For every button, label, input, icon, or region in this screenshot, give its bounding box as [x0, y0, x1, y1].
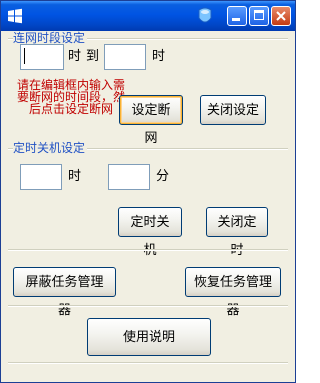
close-button[interactable]: [271, 6, 291, 26]
network-to-label: 到: [86, 49, 100, 64]
text-caret: [24, 48, 25, 64]
close-icon: [276, 11, 286, 21]
bottom-divider: [8, 362, 288, 364]
network-hint-text: 请在编辑框内输入需要断网的时间段，然后点击设定断网: [16, 78, 125, 116]
network-end-hour-input[interactable]: [104, 44, 146, 70]
tray-app-icon[interactable]: [196, 6, 214, 26]
minimize-button[interactable]: [227, 6, 247, 26]
windows-logo-icon[interactable]: [7, 8, 23, 24]
shutdown-hour-unit: 时: [68, 169, 82, 184]
client-area: 连网时段设定 时 到 时 请在编辑框内输入需要断网的时间段，然后点击设定断网 设…: [4, 31, 292, 379]
shutdown-group-divider: [8, 249, 288, 251]
set-shutdown-button[interactable]: 定时关机: [118, 207, 182, 258]
restore-taskmgr-button[interactable]: 恢复任务管理器: [185, 267, 281, 318]
minimize-icon: [232, 18, 240, 21]
shutdown-minute-unit: 分: [156, 169, 170, 184]
maximize-icon: [254, 10, 264, 20]
shutdown-minute-input[interactable]: [108, 164, 150, 190]
maximize-button[interactable]: [249, 6, 269, 26]
shutdown-group-title: 定时关机设定: [13, 141, 88, 155]
network-end-unit: 时: [152, 49, 166, 64]
close-network-button[interactable]: 关闭设定: [200, 95, 266, 125]
app-window: 连网时段设定 时 到 时 请在编辑框内输入需要断网的时间段，然后点击设定断网 设…: [0, 0, 296, 383]
taskmgr-group-divider: [8, 305, 288, 307]
set-network-button[interactable]: 设定断网: [119, 95, 183, 146]
cancel-shutdown-button[interactable]: 关闭定时: [206, 207, 268, 258]
disable-taskmgr-button[interactable]: 屏蔽任务管理器: [13, 267, 116, 318]
network-start-unit: 时: [68, 49, 82, 64]
shutdown-hour-input[interactable]: [20, 164, 62, 190]
help-button[interactable]: 使用说明: [87, 318, 211, 356]
network-start-hour-input[interactable]: [20, 44, 64, 70]
title-bar[interactable]: [1, 1, 295, 31]
network-group-title: 连网时段设定: [13, 31, 88, 45]
